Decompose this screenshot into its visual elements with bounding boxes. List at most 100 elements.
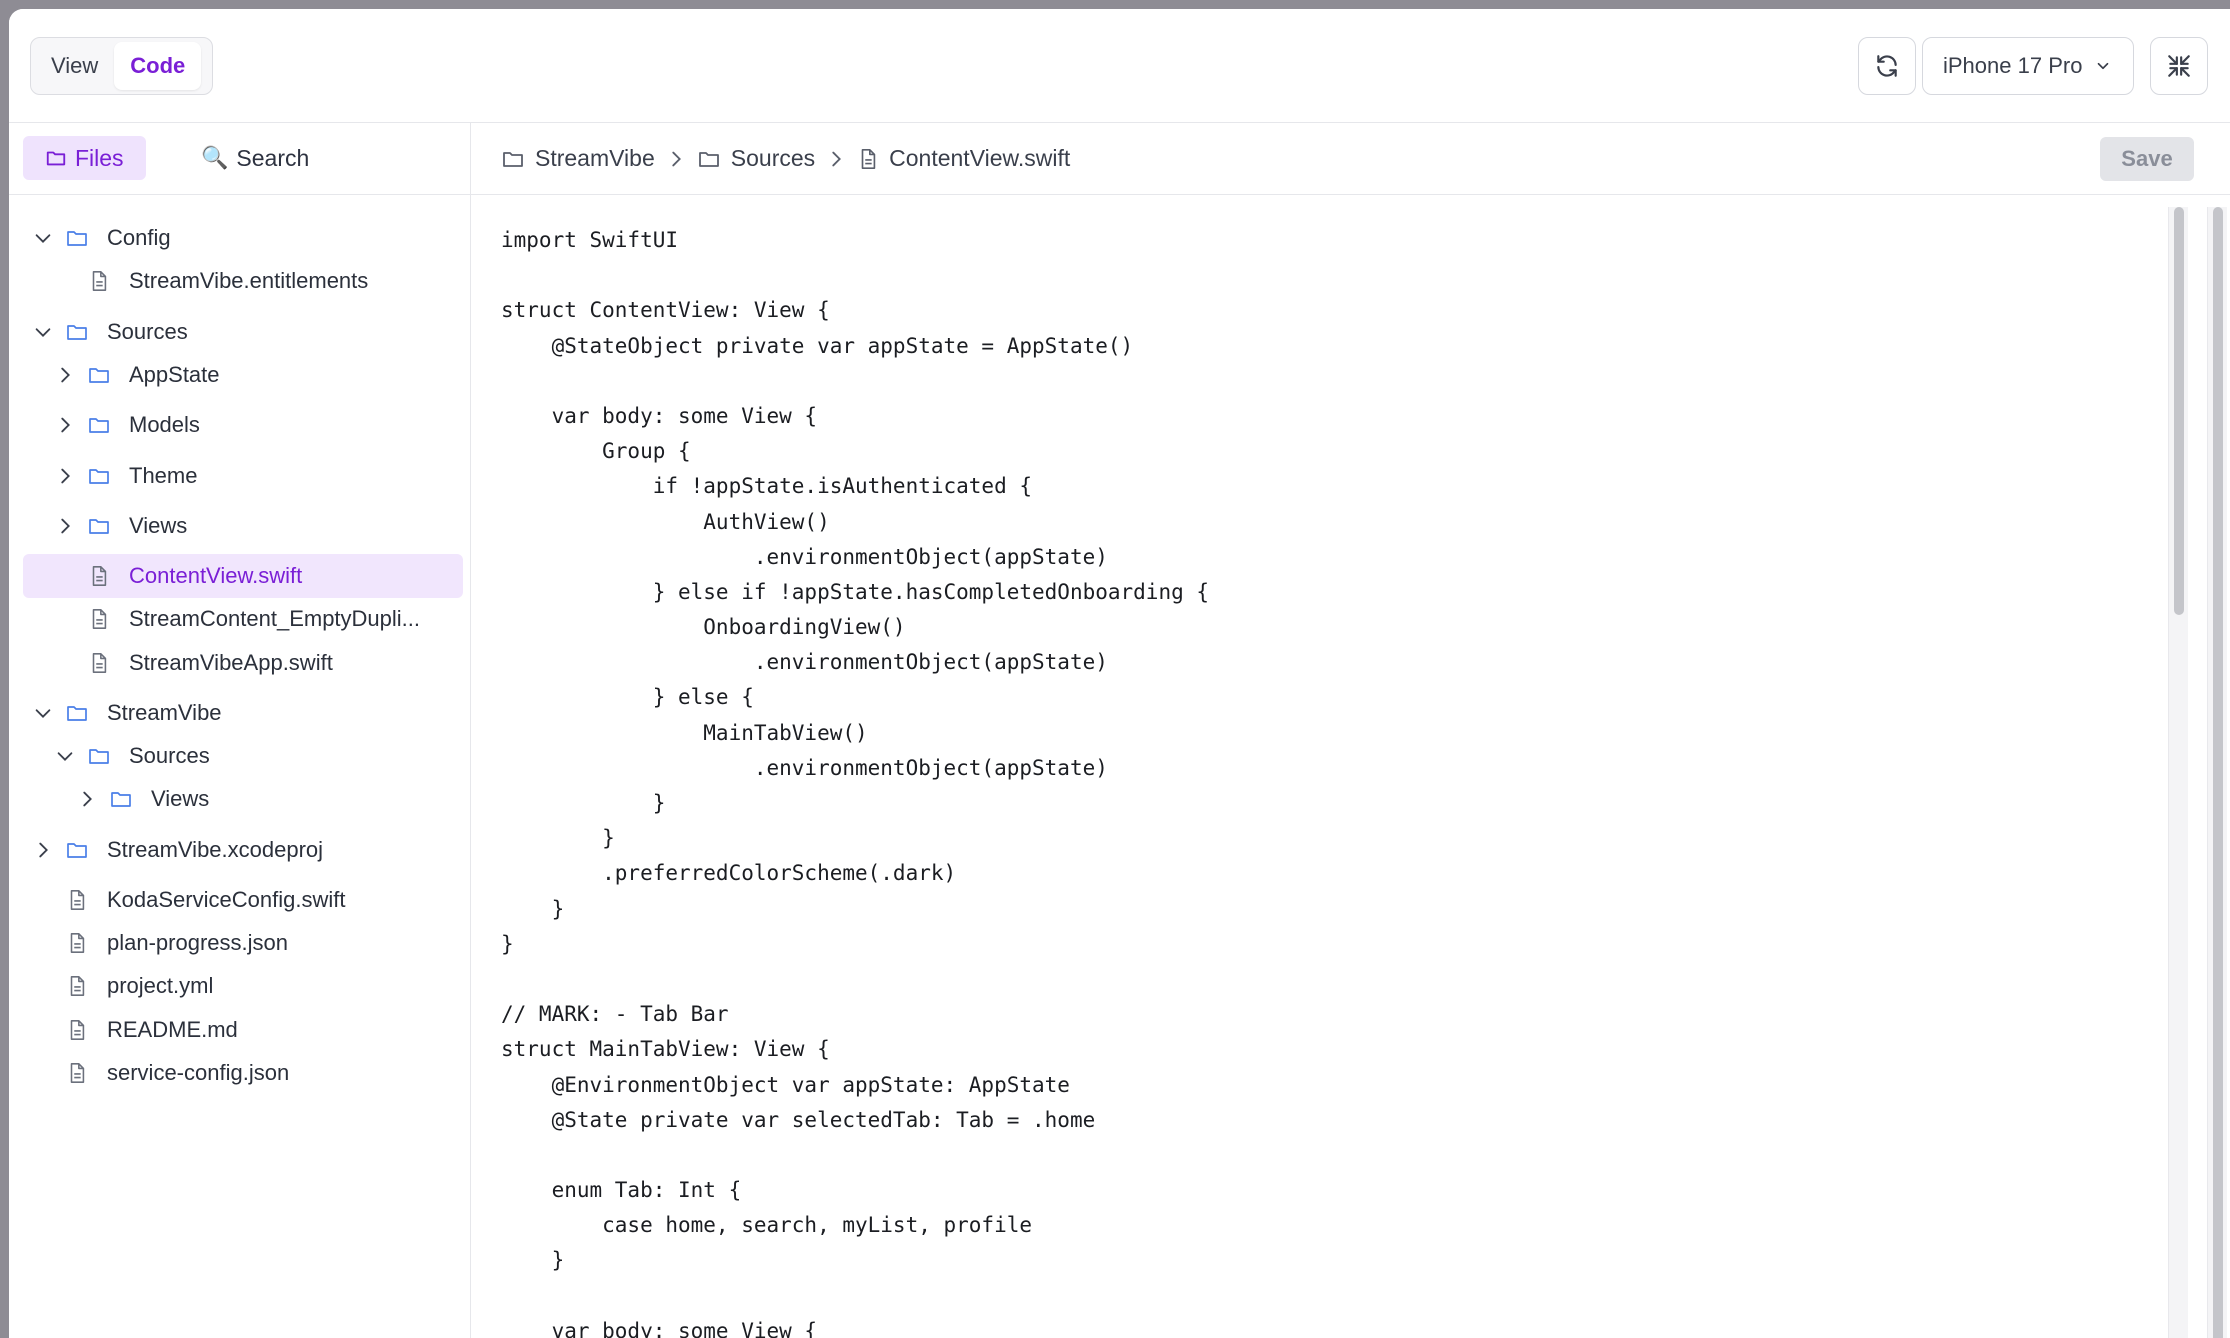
tree-file[interactable]: KodaServiceConfig.swift (23, 878, 463, 922)
page-scrollbar[interactable] (2207, 207, 2227, 1338)
tree-file[interactable]: plan-progress.json (23, 921, 463, 965)
tree-file[interactable]: ContentView.swift (23, 554, 463, 598)
minimize-button[interactable] (2150, 37, 2208, 95)
code-line: @StateObject private var appState = AppS… (501, 333, 1134, 358)
file-explorer: Files 🔍 Search Config StreamVibe.entitlem… (9, 123, 471, 1338)
folder-icon (698, 151, 719, 167)
tree-item-label: StreamVibeApp.swift (129, 650, 333, 675)
code-editor: StreamVibe Sources ContentView.swift Sav… (471, 123, 2230, 1338)
chevron-right-icon[interactable] (53, 363, 77, 387)
tree-file[interactable]: project.yml (23, 964, 463, 1008)
chevron-right-icon[interactable] (53, 464, 77, 488)
chevron-down-icon[interactable] (31, 320, 55, 344)
code-line: } (501, 791, 666, 815)
tree-item-label: service-config.json (107, 1060, 290, 1085)
tree-item-label: StreamContent_EmptyDupli... (129, 606, 421, 631)
tree-folder[interactable]: Views (23, 504, 463, 548)
tree-item-label: Views (151, 786, 210, 811)
breadcrumb-item[interactable]: ContentView.swift (857, 145, 1070, 172)
tree-item-label: project.yml (107, 973, 214, 998)
folder-icon (63, 836, 91, 864)
search-tab[interactable]: 🔍 Search (179, 136, 331, 180)
breadcrumb-label: ContentView.swift (889, 145, 1071, 171)
code-line: } else { (501, 685, 754, 710)
folder-icon (63, 699, 91, 727)
tree-item-label: StreamVibe.entitlements (129, 268, 369, 293)
tree-folder[interactable]: Sources (23, 734, 463, 778)
folder-icon (46, 151, 66, 166)
save-button[interactable]: Save (2100, 137, 2194, 181)
code-line: case home, search, myList, profile (501, 1213, 1033, 1238)
view-tab[interactable]: View (35, 42, 114, 90)
code-line: } (501, 931, 514, 956)
tree-file[interactable]: service-config.json (23, 1051, 463, 1095)
tree-item-label: Sources (129, 743, 210, 768)
folder-icon (85, 411, 113, 439)
tree-folder[interactable]: AppState (23, 353, 463, 397)
chevron-down-icon (2098, 62, 2109, 70)
file-icon (63, 1016, 91, 1044)
file-icon (63, 886, 91, 914)
tree-file[interactable]: StreamVibe.entitlements (23, 259, 463, 303)
chevron-down-icon[interactable] (31, 226, 55, 250)
code-line: .environmentObject(appState) (501, 650, 1108, 675)
tree-file[interactable]: README.md (23, 1008, 463, 1052)
code-line: if !appState.isAuthenticated { (501, 474, 1033, 499)
search-tab-label: Search (236, 144, 310, 171)
search-icon: 🔍 (201, 145, 229, 170)
code-line: .environmentObject(appState) (501, 755, 1108, 780)
tree-folder[interactable]: StreamVibe (23, 691, 463, 735)
tree-folder[interactable]: Sources (23, 310, 463, 354)
tree-item-label: ContentView.swift (129, 563, 303, 588)
chevron-right-icon[interactable] (53, 514, 77, 538)
editor-scroll-thumb[interactable] (2174, 207, 2184, 615)
chevron-right-icon[interactable] (75, 787, 99, 811)
code-line: OnboardingView() (501, 615, 906, 640)
code-line: // MARK: - Tab Bar (501, 1002, 729, 1027)
tree-item-label: AppState (129, 362, 220, 387)
collapse-icon (2168, 55, 2190, 77)
folder-icon (85, 462, 113, 490)
tree-folder[interactable]: StreamVibe.xcodeproj (23, 828, 463, 872)
code-content[interactable]: import SwiftUI struct ContentView: View {… (501, 223, 1209, 1338)
tree-folder[interactable]: Views (23, 777, 463, 821)
tree-file[interactable]: StreamContent_EmptyDupli... (23, 597, 463, 641)
tree-folder[interactable]: Models (23, 403, 463, 447)
tree-item-label: plan-progress.json (107, 930, 288, 955)
chevron-right-icon (672, 151, 681, 166)
folder-icon (107, 785, 135, 813)
code-line: .preferredColorScheme(.dark) (501, 861, 957, 886)
page-scroll-thumb[interactable] (2213, 207, 2223, 1338)
breadcrumb-item[interactable]: StreamVibe (501, 145, 655, 172)
editor-scrollbar[interactable] (2168, 207, 2188, 1338)
refresh-button[interactable] (1858, 37, 1916, 95)
chevron-down-icon[interactable] (53, 744, 77, 768)
tree-item-label: Models (129, 412, 200, 437)
file-icon (85, 562, 113, 590)
code-tab[interactable]: Code (114, 42, 202, 90)
tree-folder[interactable]: Config (23, 216, 463, 260)
file-icon (861, 148, 876, 169)
code-line: @EnvironmentObject var appState: AppStat… (501, 1072, 1070, 1097)
chevron-down-icon[interactable] (31, 701, 55, 725)
code-line: } (501, 896, 565, 921)
files-tab[interactable]: Files (23, 136, 146, 180)
device-selector[interactable]: iPhone 17 Pro (1922, 37, 2134, 95)
tree-folder[interactable]: Theme (23, 454, 463, 498)
device-label: iPhone 17 Pro (1943, 53, 2083, 78)
code-line: .environmentObject(appState) (501, 544, 1108, 569)
breadcrumb-item[interactable]: Sources (697, 145, 815, 172)
chevron-right-icon (832, 151, 842, 166)
code-line: Group { (501, 439, 691, 464)
folder-icon (63, 224, 91, 252)
chevron-right-icon[interactable] (31, 838, 55, 862)
sidebar-tabs: Files 🔍 Search (9, 123, 470, 195)
chevron-right-icon[interactable] (53, 413, 77, 437)
tree-file[interactable]: StreamVibeApp.swift (23, 641, 463, 685)
tree-item-label: Config (107, 225, 171, 250)
